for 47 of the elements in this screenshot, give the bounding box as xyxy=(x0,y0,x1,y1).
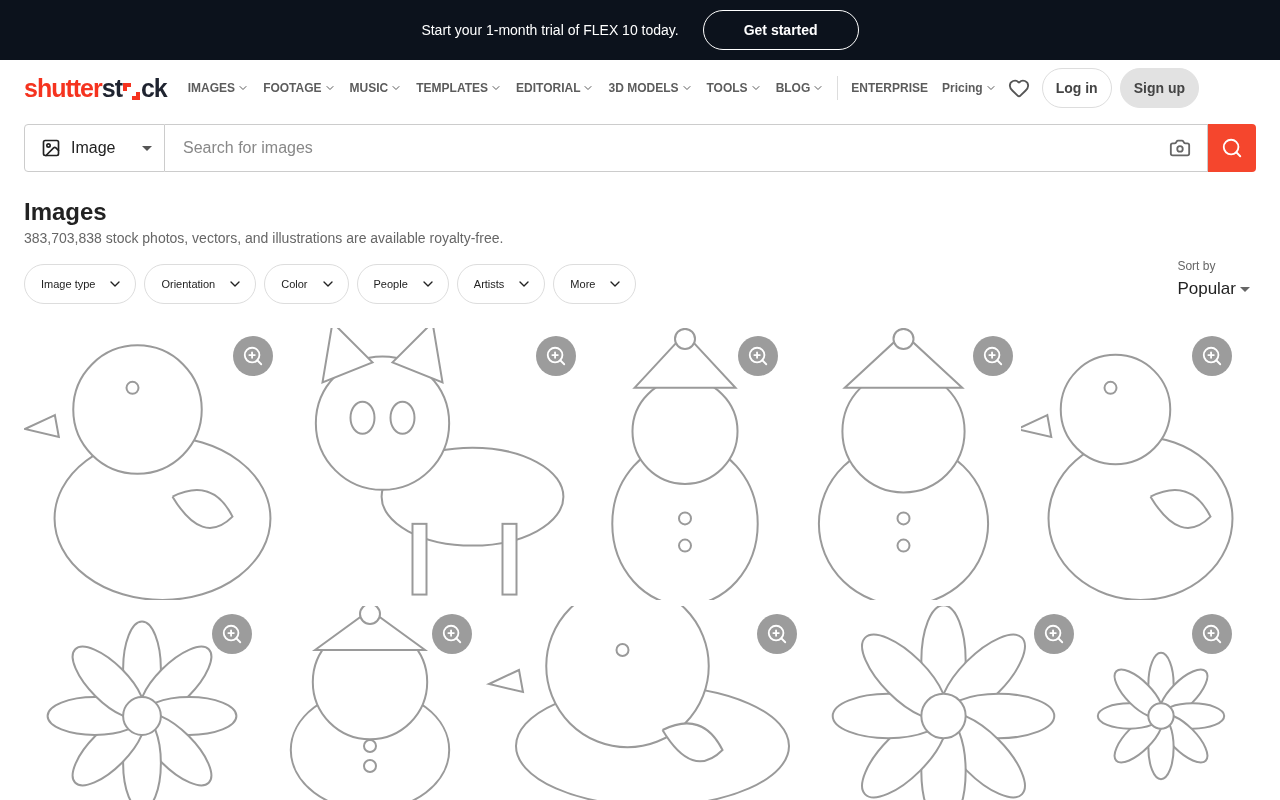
signup-button[interactable]: Sign up xyxy=(1119,68,1199,108)
nav-link[interactable]: Pricing xyxy=(935,81,1004,95)
result-count: 383,703,838 stock photos, vectors, and illustrations are available royalty-free. xyxy=(24,230,505,246)
login-button[interactable]: Log in xyxy=(1041,68,1112,108)
nav-link[interactable]: TOOLS xyxy=(699,81,769,95)
nav-link[interactable]: IMAGES xyxy=(180,81,257,95)
heart-icon[interactable] xyxy=(1007,77,1030,99)
zoom-in-icon xyxy=(221,623,243,645)
caret-icon xyxy=(142,145,152,151)
search-icon xyxy=(1221,137,1243,159)
nav-link[interactable]: 3D MODELS xyxy=(601,81,700,95)
filter-button[interactable]: Color xyxy=(264,264,349,304)
nav-link[interactable]: BLOG xyxy=(768,81,832,95)
type-dropdown[interactable]: Image xyxy=(24,124,165,172)
camera-icon[interactable] xyxy=(1169,137,1191,159)
zoom-button[interactable] xyxy=(738,336,778,376)
image-icon xyxy=(41,138,61,158)
filter-button[interactable]: Orientation xyxy=(144,264,257,304)
filter-button[interactable]: Artists xyxy=(456,264,546,304)
nav-link[interactable]: ENTERPRISE xyxy=(844,81,935,95)
search-field[interactable]: Search for images xyxy=(165,124,1208,172)
zoom-in-icon xyxy=(766,623,788,645)
zoom-in-icon xyxy=(747,345,769,367)
zoom-in-icon xyxy=(1201,623,1223,645)
page-title: Images xyxy=(24,198,108,226)
nav-link[interactable]: TEMPLATES xyxy=(409,81,510,95)
zoom-button[interactable] xyxy=(233,336,273,376)
zoom-button[interactable] xyxy=(212,614,252,654)
nav-link[interactable]: EDITORIAL xyxy=(509,81,602,95)
logo[interactable]: shutterst ck xyxy=(24,73,167,103)
zoom-button[interactable] xyxy=(757,614,797,654)
zoom-in-icon xyxy=(982,345,1004,367)
sort-label: Sort by xyxy=(1177,259,1217,273)
zoom-in-icon xyxy=(1201,345,1223,367)
nav-link[interactable]: FOOTAGE xyxy=(256,81,343,95)
zoom-button[interactable] xyxy=(1192,614,1232,654)
nav-link[interactable]: MUSIC xyxy=(342,81,410,95)
zoom-button[interactable] xyxy=(973,336,1013,376)
zoom-in-icon xyxy=(242,345,264,367)
filter-button[interactable]: People xyxy=(356,264,449,304)
caret-icon xyxy=(1240,286,1250,292)
promo-text: Start your 1-month trial of FLEX 10 today. xyxy=(421,22,679,38)
sort-dropdown[interactable]: Popular xyxy=(1177,279,1250,299)
zoom-button[interactable] xyxy=(1192,336,1232,376)
filter-button[interactable]: More xyxy=(553,264,637,304)
search-button[interactable] xyxy=(1208,124,1256,172)
filter-button[interactable]: Image type xyxy=(24,264,137,304)
